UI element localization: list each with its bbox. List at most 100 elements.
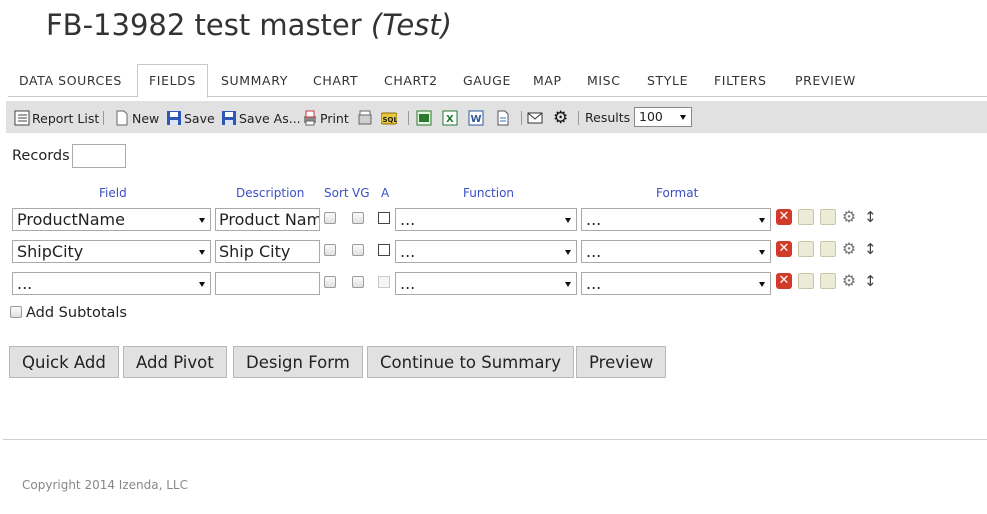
function-select[interactable]: ... — [395, 208, 577, 231]
format-select[interactable]: ... — [581, 240, 771, 263]
a-checkbox[interactable] — [378, 212, 390, 224]
description-input[interactable] — [215, 272, 320, 295]
tab-map[interactable]: MAP — [533, 73, 562, 88]
sort-checkbox[interactable] — [324, 212, 336, 224]
sql-button[interactable]: SQL — [380, 109, 399, 127]
delete-icon[interactable]: ✕ — [776, 241, 792, 257]
environment-label: (Test) — [370, 8, 452, 42]
save-as-button[interactable]: Save As... — [221, 109, 301, 127]
format-select-value: ... — [586, 242, 602, 261]
chevron-down-icon — [565, 218, 571, 223]
print-pdf-icon — [302, 110, 318, 126]
email-button[interactable] — [527, 109, 545, 127]
text-doc-button[interactable] — [495, 109, 513, 127]
field-select-value: ShipCity — [17, 242, 84, 261]
records-label: Records — [12, 148, 70, 164]
delete-icon[interactable]: ✕ — [776, 209, 792, 225]
tab-chart[interactable]: CHART — [313, 73, 358, 88]
tab-preview[interactable]: PREVIEW — [795, 73, 856, 88]
toolbar-divider — [578, 111, 579, 125]
move-down-icon[interactable] — [820, 241, 836, 257]
vg-checkbox[interactable] — [352, 212, 364, 224]
field-settings-icon[interactable]: ⚙ — [841, 209, 857, 225]
quick-add-button[interactable]: Quick Add — [9, 346, 119, 378]
resize-icon[interactable]: ↕ — [864, 273, 877, 289]
print-button[interactable]: Print — [302, 109, 349, 127]
sort-checkbox[interactable] — [324, 276, 336, 288]
add-subtotals-label: Add Subtotals — [26, 305, 127, 321]
description-input[interactable]: Product Name — [215, 208, 320, 231]
function-select[interactable]: ... — [395, 240, 577, 263]
field-select[interactable]: ProductName — [12, 208, 211, 231]
add-pivot-button[interactable]: Add Pivot — [123, 346, 227, 378]
format-select-value: ... — [586, 210, 602, 229]
results-select[interactable]: 100 — [634, 107, 692, 127]
sort-checkbox[interactable] — [324, 244, 336, 256]
column-header-description: Description — [236, 186, 305, 200]
toolbar-divider — [521, 111, 522, 125]
gear-icon: ⚙ — [553, 108, 569, 128]
move-up-icon[interactable] — [798, 209, 814, 225]
save-as-label: Save As... — [239, 110, 301, 126]
excel-export-icon — [416, 110, 432, 126]
format-select[interactable]: ... — [581, 272, 771, 295]
tab-fields[interactable]: FIELDS — [137, 64, 208, 98]
tab-summary[interactable]: SUMMARY — [221, 73, 288, 88]
svg-text:W: W — [471, 114, 482, 125]
delete-icon[interactable]: ✕ — [776, 273, 792, 289]
report-list-icon — [14, 110, 30, 126]
tab-misc[interactable]: MISC — [587, 73, 621, 88]
add-subtotals-checkbox[interactable] — [10, 306, 22, 318]
tab-filters[interactable]: FILTERS — [714, 73, 766, 88]
field-select[interactable]: ShipCity — [12, 240, 211, 263]
sql-icon: SQL — [380, 110, 398, 126]
move-up-icon[interactable] — [798, 273, 814, 289]
svg-text:X: X — [446, 114, 454, 125]
word-button[interactable]: W — [468, 109, 486, 127]
new-button[interactable]: New — [114, 109, 159, 127]
new-label: New — [132, 110, 160, 126]
save-as-icon — [221, 110, 237, 126]
report-list-button[interactable]: Report List — [14, 109, 99, 127]
excel-button[interactable]: X — [442, 109, 460, 127]
report-name: FB-13982 test master — [46, 8, 362, 42]
tab-bar: DATA SOURCES FIELDS SUMMARY CHART CHART2… — [8, 64, 987, 98]
settings-button[interactable]: ⚙ — [553, 109, 571, 127]
new-doc-icon — [114, 110, 130, 126]
description-input[interactable]: Ship City — [215, 240, 320, 263]
a-checkbox[interactable] — [378, 244, 390, 256]
preview-button[interactable]: Preview — [576, 346, 667, 378]
move-down-icon[interactable] — [820, 209, 836, 225]
column-header-a: A — [381, 186, 390, 200]
format-select[interactable]: ... — [581, 208, 771, 231]
move-up-icon[interactable] — [798, 241, 814, 257]
field-settings-icon[interactable]: ⚙ — [841, 241, 857, 257]
vg-checkbox[interactable] — [352, 244, 364, 256]
resize-icon[interactable]: ↕ — [864, 241, 877, 257]
word-icon: W — [468, 110, 484, 126]
save-icon — [166, 110, 182, 126]
resize-icon[interactable]: ↕ — [864, 209, 877, 225]
save-button[interactable]: Save — [166, 109, 215, 127]
field-select[interactable]: ... — [12, 272, 211, 295]
chevron-down-icon — [199, 250, 205, 255]
tab-style[interactable]: STYLE — [647, 73, 688, 88]
html-export-button[interactable] — [357, 109, 375, 127]
records-input[interactable] — [72, 144, 126, 168]
function-select[interactable]: ... — [395, 272, 577, 295]
design-form-button[interactable]: Design Form — [233, 346, 363, 378]
a-checkbox — [378, 276, 390, 288]
tab-data-sources[interactable]: DATA SOURCES — [19, 73, 122, 88]
chevron-down-icon — [759, 250, 765, 255]
column-header-vg: VG — [352, 186, 370, 200]
tab-gauge[interactable]: GAUGE — [463, 73, 511, 88]
format-select-value: ... — [586, 274, 602, 293]
vg-checkbox[interactable] — [352, 276, 364, 288]
excel-export-button[interactable] — [416, 109, 434, 127]
tab-chart2[interactable]: CHART2 — [384, 73, 438, 88]
field-settings-icon[interactable]: ⚙ — [841, 273, 857, 289]
move-down-icon[interactable] — [820, 273, 836, 289]
continue-to-summary-button[interactable]: Continue to Summary — [367, 346, 574, 378]
function-select-value: ... — [400, 210, 416, 229]
function-select-value: ... — [400, 274, 416, 293]
